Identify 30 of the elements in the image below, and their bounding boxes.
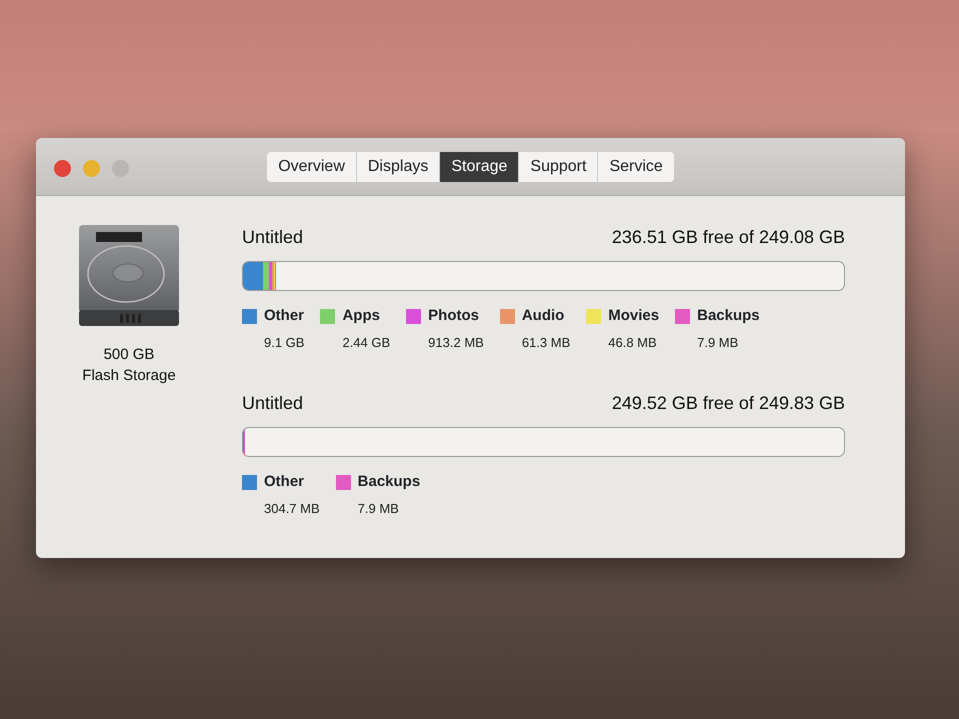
legend-label: Backups [358, 472, 420, 492]
window-control-button[interactable] [54, 160, 71, 177]
volume-name: Untitled [242, 226, 304, 249]
hard-drive-icon [78, 224, 180, 328]
free-space-label: 236.51 GB free of 249.08 GB [612, 226, 845, 249]
tab[interactable]: Support [519, 152, 598, 182]
tab[interactable]: Overview [267, 152, 357, 182]
tab[interactable]: Service [598, 152, 674, 182]
storage-type-label: Flash Storage [81, 366, 177, 386]
capacity-label: 500 GB [102, 345, 156, 365]
size-label: 913.2 MB [428, 334, 484, 352]
legend-label: Photos [428, 306, 480, 326]
size-label: 7.9 MB [358, 500, 400, 518]
legend-label: Backups [697, 306, 760, 326]
legend-label: Apps [342, 306, 381, 326]
size-label: 7.9 MB [697, 334, 740, 352]
free-space-label: 249.52 GB free of 249.83 GB [612, 392, 845, 415]
size-label: 46.8 MB [608, 334, 658, 352]
legend-label: Other [264, 306, 304, 326]
legend-label: Other [264, 472, 306, 492]
size-label: 61.3 MB [522, 334, 570, 352]
legend-label: Audio [522, 306, 566, 326]
size-label: 304.7 MB [264, 500, 320, 518]
size-label: 2.44 GB [342, 334, 390, 352]
legend-label: Movies [608, 306, 660, 326]
tab[interactable]: Storage [440, 152, 520, 182]
tab[interactable]: Displays [356, 152, 440, 182]
volume-name: Untitled [242, 392, 304, 415]
size-label: 9.1 GB [264, 334, 304, 352]
window-control-button[interactable] [83, 160, 100, 177]
